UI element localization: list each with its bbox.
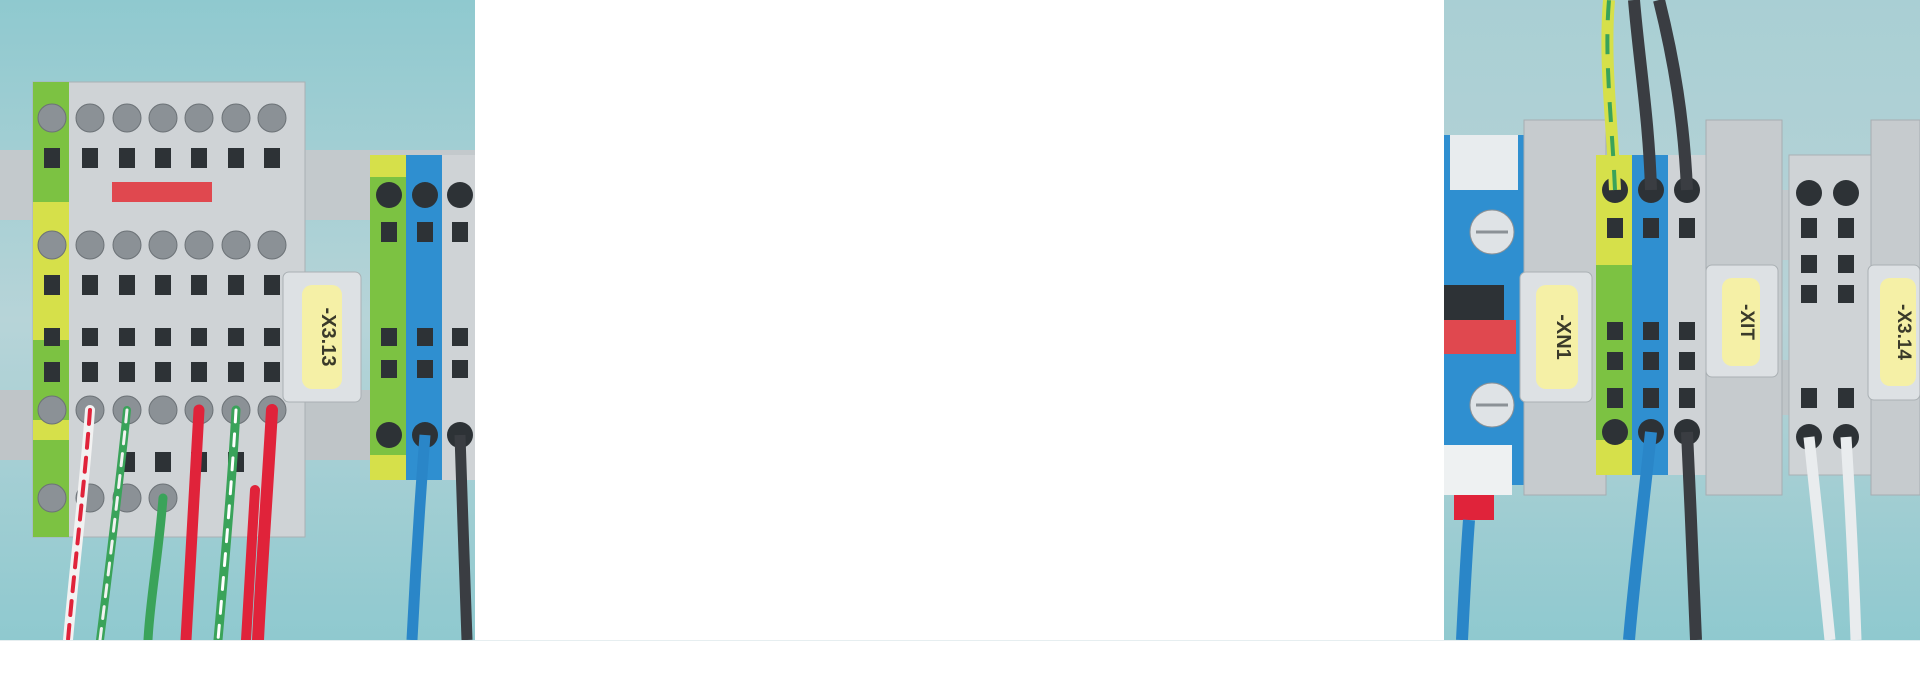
center-blank-area	[475, 0, 1444, 640]
marker-label-xn1: -XN1	[1552, 314, 1574, 360]
right-terminal-illustration: -XN1 -XIT -X3.14	[1444, 0, 1920, 640]
marker-label-x3-13: -X3.13	[317, 308, 339, 367]
left-terminal-photo: -X3.13	[0, 0, 475, 640]
marker-label-xit: -XIT	[1736, 304, 1757, 340]
left-terminal-illustration: -X3.13	[0, 0, 475, 640]
marker-label-x3-14: -X3.14	[1893, 304, 1914, 360]
right-terminal-photo: -XN1 -XIT -X3.14	[1444, 0, 1920, 640]
bottom-band	[0, 640, 1920, 681]
